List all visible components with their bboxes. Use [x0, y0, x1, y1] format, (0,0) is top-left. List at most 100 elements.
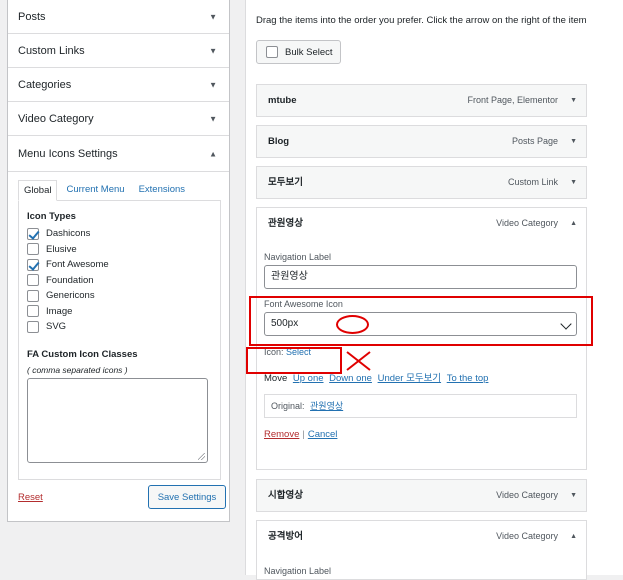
checkbox[interactable]: [27, 274, 39, 287]
caret-up-icon[interactable]: ▲: [570, 521, 577, 552]
tab-extensions[interactable]: Extensions: [134, 180, 190, 201]
menu-item-expanded[interactable]: 관원영상 Video Category ▲ Navigation Label 관…: [256, 207, 587, 470]
accordion-label: Menu Icons Settings: [18, 147, 118, 160]
menu-item-type: Front Page, Elementor: [467, 95, 558, 105]
accordion-posts[interactable]: Posts ▼: [8, 0, 229, 34]
menu-item[interactable]: Blog Posts Page ▼: [256, 125, 587, 158]
menu-item-type: Posts Page: [511, 136, 558, 146]
menu-item-title: 시합영상: [268, 490, 303, 501]
caret-down-icon: ▼: [209, 46, 217, 55]
icon-type-option[interactable]: Foundation: [27, 273, 212, 289]
icon-type-option[interactable]: SVG: [27, 319, 212, 335]
menu-icons-settings-panel: Global Current Menu Extensions Icon Type…: [18, 180, 221, 480]
caret-down-icon: ▼: [209, 80, 217, 89]
menu-item[interactable]: mtube Front Page, Elementor ▼: [256, 84, 587, 117]
move-caption: Move: [264, 373, 288, 384]
move-under-link[interactable]: Under 모두보기: [378, 373, 441, 384]
original-caption: Original:: [271, 401, 305, 411]
reset-link[interactable]: Reset: [18, 492, 43, 503]
icon-type-option[interactable]: Font Awesome: [27, 257, 212, 273]
menu-item-title: 공격방어: [268, 531, 303, 542]
icon-select-link[interactable]: Select: [286, 347, 311, 357]
caret-down-icon: ▼: [209, 12, 217, 21]
font-awesome-icon-caption: Font Awesome Icon: [264, 299, 343, 309]
navigation-label-input[interactable]: 관원영상: [264, 265, 577, 289]
option-label: Dashicons: [46, 228, 91, 240]
accordion-label: Custom Links: [18, 44, 85, 57]
move-up-one-link[interactable]: Up one: [293, 373, 324, 384]
instructions-text: Drag the items into the order you prefer…: [256, 15, 587, 26]
checkbox[interactable]: [27, 243, 39, 256]
fa-custom-classes-textarea[interactable]: [27, 377, 208, 463]
menu-item-title: Blog: [268, 136, 290, 147]
accordion-menu-icons-settings[interactable]: Menu Icons Settings ▲: [8, 136, 229, 172]
checkbox[interactable]: [27, 320, 39, 333]
accordion-label: Posts: [18, 10, 46, 23]
menu-item[interactable]: 모두보기 Custom Link ▼: [256, 166, 587, 199]
icon-type-option[interactable]: Elusive: [27, 242, 212, 258]
icon-field: Icon: Select: [264, 347, 579, 357]
checkbox[interactable]: [27, 258, 39, 271]
original-link[interactable]: 관원영상: [310, 401, 343, 411]
caret-down-icon: ▼: [209, 114, 217, 123]
menu-item-title: mtube: [268, 95, 297, 106]
option-label: Elusive: [46, 243, 77, 255]
caret-down-icon[interactable]: ▼: [570, 126, 577, 157]
caret-up-icon[interactable]: ▲: [570, 208, 577, 239]
caret-down-icon[interactable]: ▼: [570, 480, 577, 511]
menu-structure-panel: Drag the items into the order you prefer…: [245, 0, 623, 580]
original-box: Original: 관원영상: [264, 394, 577, 418]
tab-global[interactable]: Global: [18, 180, 58, 201]
accordion-custom-links[interactable]: Custom Links ▼: [8, 34, 229, 68]
accordion-categories[interactable]: Categories ▼: [8, 68, 229, 102]
menu-item-type: Video Category: [496, 531, 558, 541]
menu-item[interactable]: 시합영상 Video Category ▼: [256, 479, 587, 512]
checkbox[interactable]: [27, 289, 39, 302]
remove-link[interactable]: Remove: [264, 429, 299, 440]
bulk-select-label: Bulk Select: [285, 46, 333, 58]
tab-current-menu[interactable]: Current Menu: [61, 180, 129, 201]
font-awesome-icon-select[interactable]: 500px: [264, 312, 577, 336]
icon-type-option[interactable]: Dashicons: [27, 226, 212, 242]
move-row: Move Up one Down one Under 모두보기 To the t…: [264, 370, 579, 384]
checkbox[interactable]: [27, 305, 39, 318]
accordion-label: Video Category: [18, 112, 94, 125]
tab-panel-global: Icon Types Dashicons Elusive Font Awesom…: [18, 200, 221, 480]
menu-item-settings: Navigation Label 관원영상 Font Awesome Icon …: [264, 252, 579, 440]
icon-types-heading: Icon Types: [27, 211, 76, 222]
item-actions: Remove | Cancel: [264, 429, 579, 440]
option-label: Image: [46, 305, 73, 317]
menu-item-type: Video Category: [496, 218, 558, 228]
caret-down-icon[interactable]: ▼: [570, 85, 577, 116]
bulk-select-button[interactable]: Bulk Select: [256, 40, 341, 64]
option-label: Genericons: [46, 290, 95, 302]
checkbox[interactable]: [266, 46, 278, 58]
accordion-video-category[interactable]: Video Category ▼: [8, 102, 229, 136]
option-label: Font Awesome: [46, 259, 109, 271]
fa-custom-classes-note: ( comma separated icons ): [27, 364, 128, 375]
menu-item-type: Custom Link: [507, 177, 558, 187]
menu-item-type: Video Category: [496, 490, 558, 500]
cancel-link[interactable]: Cancel: [308, 429, 338, 440]
fa-custom-classes-heading: FA Custom Icon Classes: [27, 348, 138, 360]
menu-item-expanded[interactable]: 공격방어 Video Category ▲ Navigation Label: [256, 520, 587, 580]
caret-down-icon[interactable]: ▼: [570, 167, 577, 198]
menu-items-panel: Posts ▼ Custom Links ▼ Categories ▼ Vide…: [7, 0, 230, 522]
chevron-down-icon: [560, 318, 572, 330]
navigation-label-caption: Navigation Label: [264, 252, 332, 262]
move-down-one-link[interactable]: Down one: [329, 373, 372, 384]
icon-type-option[interactable]: Image: [27, 304, 212, 320]
save-settings-button[interactable]: Save Settings: [148, 485, 226, 509]
settings-tabs: Global Current Menu Extensions: [18, 180, 221, 201]
option-label: Foundation: [46, 274, 94, 286]
menu-item-title: 모두보기: [268, 177, 303, 188]
menu-item-title: 관원영상: [268, 218, 303, 229]
caret-up-icon: ▲: [209, 149, 217, 158]
icon-caption: Icon:: [264, 347, 284, 357]
select-value: 500px: [271, 318, 299, 329]
checkbox[interactable]: [27, 227, 39, 240]
move-to-top-link[interactable]: To the top: [447, 373, 489, 384]
separator: |: [302, 429, 305, 440]
icon-type-option[interactable]: Genericons: [27, 288, 212, 304]
accordion-label: Categories: [18, 78, 72, 91]
